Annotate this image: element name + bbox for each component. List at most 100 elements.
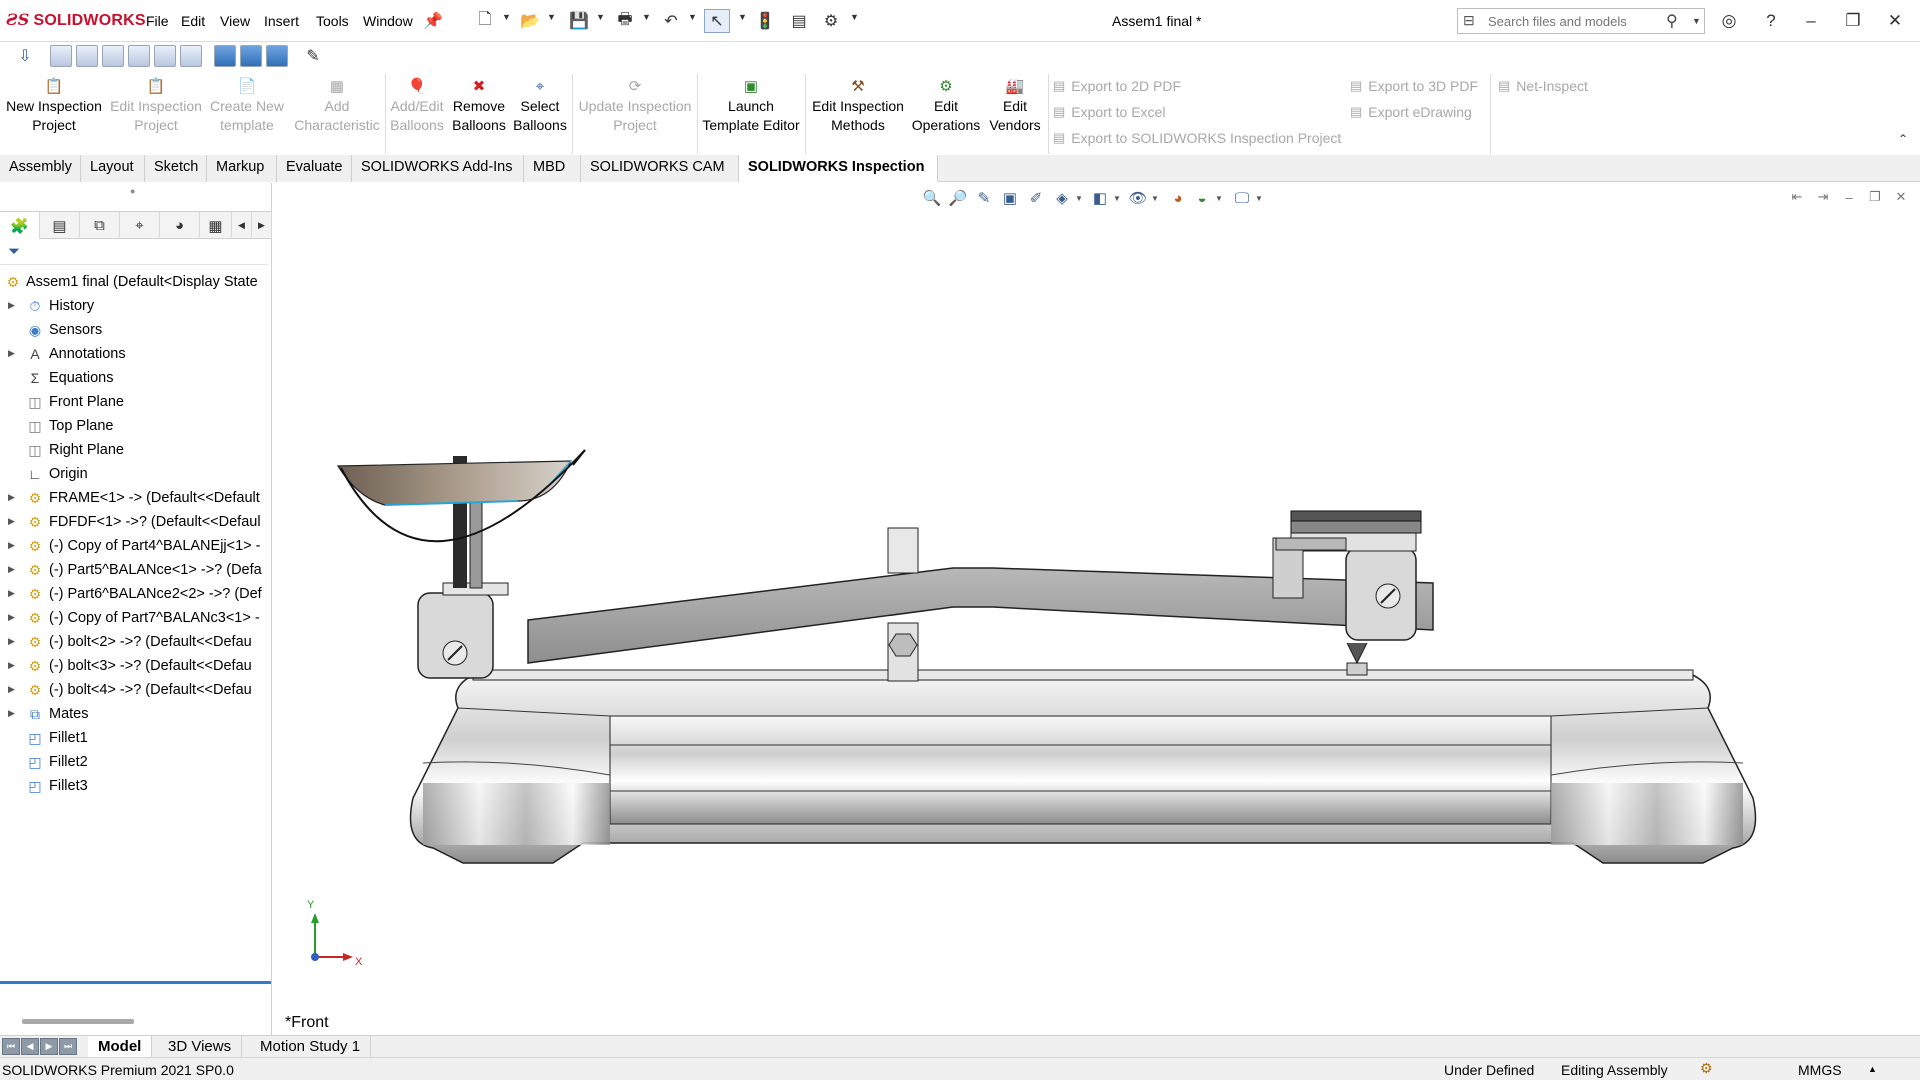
undo-icon[interactable]: ↶ [658, 9, 684, 33]
search-scope-icon[interactable]: ⊟ [1463, 12, 1475, 29]
tree-item[interactable]: ◰ Fillet2 [0, 751, 272, 775]
tree-item[interactable]: ◫ Right Plane [0, 439, 272, 463]
add-characteristic-button[interactable]: ▦ Add Characteristic [292, 77, 382, 135]
new-document-icon[interactable]: 🗋 [472, 9, 498, 33]
balance-scale-model[interactable] [273, 183, 1920, 1003]
export-2d-pdf-button[interactable]: ▤ Export to 2D PDF [1053, 78, 1181, 94]
expand-arrow-icon[interactable]: ▶ [8, 636, 15, 647]
chevron-down-icon[interactable]: ▼ [688, 12, 697, 22]
help-icon[interactable]: ? [1758, 9, 1784, 33]
open-folder-icon[interactable]: 📂 [517, 9, 543, 33]
expand-arrow-icon[interactable]: ▶ [8, 540, 15, 551]
link-views-icon[interactable]: ✎ [300, 44, 326, 68]
tree-item[interactable]: ⚙ Assem1 final (Default<Display State [0, 271, 272, 295]
tab-solidworks-add-ins[interactable]: SOLIDWORKS Add-Ins [352, 155, 524, 182]
view-back-icon[interactable] [76, 45, 98, 67]
search-input[interactable] [1488, 12, 1658, 30]
expand-arrow-icon[interactable]: ▶ [8, 300, 15, 311]
chevron-down-icon[interactable]: ▼ [596, 12, 605, 22]
net-inspect-button[interactable]: ▤ Net-Inspect [1498, 78, 1588, 94]
chevron-down-icon[interactable]: ▼ [642, 12, 651, 22]
expand-arrow-icon[interactable]: ▶ [8, 516, 15, 527]
search-box[interactable]: ⊟ ⚲ ▼ [1457, 8, 1705, 34]
tab-model[interactable]: Model [88, 1036, 153, 1058]
view-top-icon[interactable] [154, 45, 176, 67]
user-account-icon[interactable]: ◎ [1716, 9, 1742, 33]
chevron-left-icon[interactable]: ◀ [232, 212, 252, 239]
chevron-down-icon[interactable]: ▼ [502, 12, 511, 22]
create-new-template-button[interactable]: 📄 Create New template [207, 77, 287, 135]
tree-item[interactable]: ◰ Fillet3 [0, 775, 272, 799]
tab-solidworks-inspection[interactable]: SOLIDWORKS Inspection [739, 155, 938, 182]
menu-file[interactable]: File [146, 13, 169, 29]
chevron-up-icon[interactable]: ▲ [1868, 1064, 1877, 1074]
tree-item[interactable]: ▶ ⚙ (-) bolt<3> ->? (Default<<Defau [0, 655, 272, 679]
tree-item[interactable]: ▶ ⚙ (-) Part6^BALANce2<2> ->? (Def [0, 583, 272, 607]
select-balloons-button[interactable]: ⌖ Select Balloons [512, 77, 568, 135]
tab-assembly[interactable]: Assembly [0, 155, 81, 182]
expand-arrow-icon[interactable]: ▶ [8, 684, 15, 695]
restore-icon[interactable]: ❐ [1840, 9, 1866, 33]
view-dimetric-icon[interactable] [266, 45, 288, 67]
tree-item[interactable]: ◰ Fillet1 [0, 727, 272, 751]
tree-item[interactable]: ▶ ⚙ (-) bolt<4> ->? (Default<<Defau [0, 679, 272, 703]
tree-item[interactable]: ▶ A Annotations [0, 343, 272, 367]
pin-icon[interactable]: 📌 [420, 9, 446, 33]
add-edit-balloons-button[interactable]: 🎈 Add/Edit Balloons [389, 77, 445, 135]
feature-manager-tree-icon[interactable]: 🧩 [0, 212, 40, 239]
minimize-icon[interactable]: – [1798, 9, 1824, 33]
dimxpert-manager-icon[interactable]: ⌖ [120, 212, 160, 239]
panel-grip-icon[interactable]: ● [130, 186, 135, 196]
rebuild-status-icon[interactable]: ⚙ [1700, 1060, 1713, 1077]
inspection-manager-icon[interactable]: ▦ [200, 212, 232, 239]
tree-item[interactable]: ◉ Sensors [0, 319, 272, 343]
tab-3d-views[interactable]: 3D Views [158, 1036, 243, 1058]
horizontal-scrollbar[interactable] [22, 1019, 134, 1024]
menu-window[interactable]: Window [363, 13, 413, 29]
edit-inspection-methods-button[interactable]: ⚒ Edit Inspection Methods [810, 77, 906, 135]
options-gear-icon[interactable]: ⚙ [818, 9, 844, 33]
menu-tools[interactable]: Tools [316, 13, 349, 29]
export-3d-pdf-button[interactable]: ▤ Export to 3D PDF [1350, 78, 1478, 94]
expand-arrow-icon[interactable]: ▶ [8, 348, 15, 359]
view-trimetric-icon[interactable] [240, 45, 262, 67]
tree-item[interactable]: ▶ ⧉ Mates [0, 703, 272, 727]
next-tab-icon[interactable]: ▶ [40, 1038, 58, 1055]
edit-vendors-button[interactable]: 🏭 Edit Vendors [984, 77, 1046, 135]
update-inspection-project-button[interactable]: ⟳ Update Inspection Project [576, 77, 694, 135]
expand-arrow-icon[interactable]: ▶ [8, 564, 15, 575]
chevron-right-icon[interactable]: ▶ [252, 212, 272, 239]
last-tab-icon[interactable]: ⏭ [59, 1038, 77, 1055]
close-icon[interactable]: ✕ [1882, 9, 1908, 33]
menu-view[interactable]: View [220, 13, 250, 29]
print-icon[interactable]: 🖶 [612, 9, 638, 33]
chevron-down-icon[interactable]: ▼ [850, 12, 859, 22]
edit-operations-button[interactable]: ⚙ Edit Operations [910, 77, 982, 135]
tree-item[interactable]: ▶ ⚙ (-) Copy of Part7^BALANc3<1> - [0, 607, 272, 631]
expand-arrow-icon[interactable]: ▶ [8, 492, 15, 503]
view-left-icon[interactable] [102, 45, 124, 67]
tree-filter-bar[interactable]: ⏷ [0, 239, 268, 265]
previous-tab-icon[interactable]: ◀ [21, 1038, 39, 1055]
expand-arrow-icon[interactable]: ▶ [8, 660, 15, 671]
view-isometric-icon[interactable] [214, 45, 236, 67]
property-manager-icon[interactable]: ▤ [40, 212, 80, 239]
view-front-icon[interactable] [50, 45, 72, 67]
unit-system[interactable]: MMGS [1798, 1062, 1842, 1078]
chevron-down-icon[interactable]: ▼ [547, 12, 556, 22]
tab-markup[interactable]: Markup [207, 155, 277, 182]
tab-sketch[interactable]: Sketch [145, 155, 207, 182]
chevron-down-icon[interactable]: ▼ [738, 12, 747, 22]
tree-item[interactable]: ▶ ⚙ FRAME<1> -> (Default<<Default [0, 487, 272, 511]
export-excel-button[interactable]: ▤ Export to Excel [1053, 104, 1165, 120]
expand-arrow-icon[interactable]: ▶ [8, 588, 15, 599]
search-icon[interactable]: ⚲ [1666, 11, 1678, 31]
tree-item[interactable]: ∟ Origin [0, 463, 272, 487]
tree-item[interactable]: ▶ ⚙ (-) Part5^BALANce<1> ->? (Defa [0, 559, 272, 583]
menu-insert[interactable]: Insert [264, 13, 299, 29]
save-icon[interactable]: 💾 [566, 9, 592, 33]
remove-balloons-button[interactable]: ✖ Remove Balloons [450, 77, 508, 135]
chevron-down-icon[interactable]: ▼ [1692, 16, 1701, 26]
tab-evaluate[interactable]: Evaluate [277, 155, 352, 182]
tab-motion-study-1[interactable]: Motion Study 1 [250, 1036, 372, 1058]
